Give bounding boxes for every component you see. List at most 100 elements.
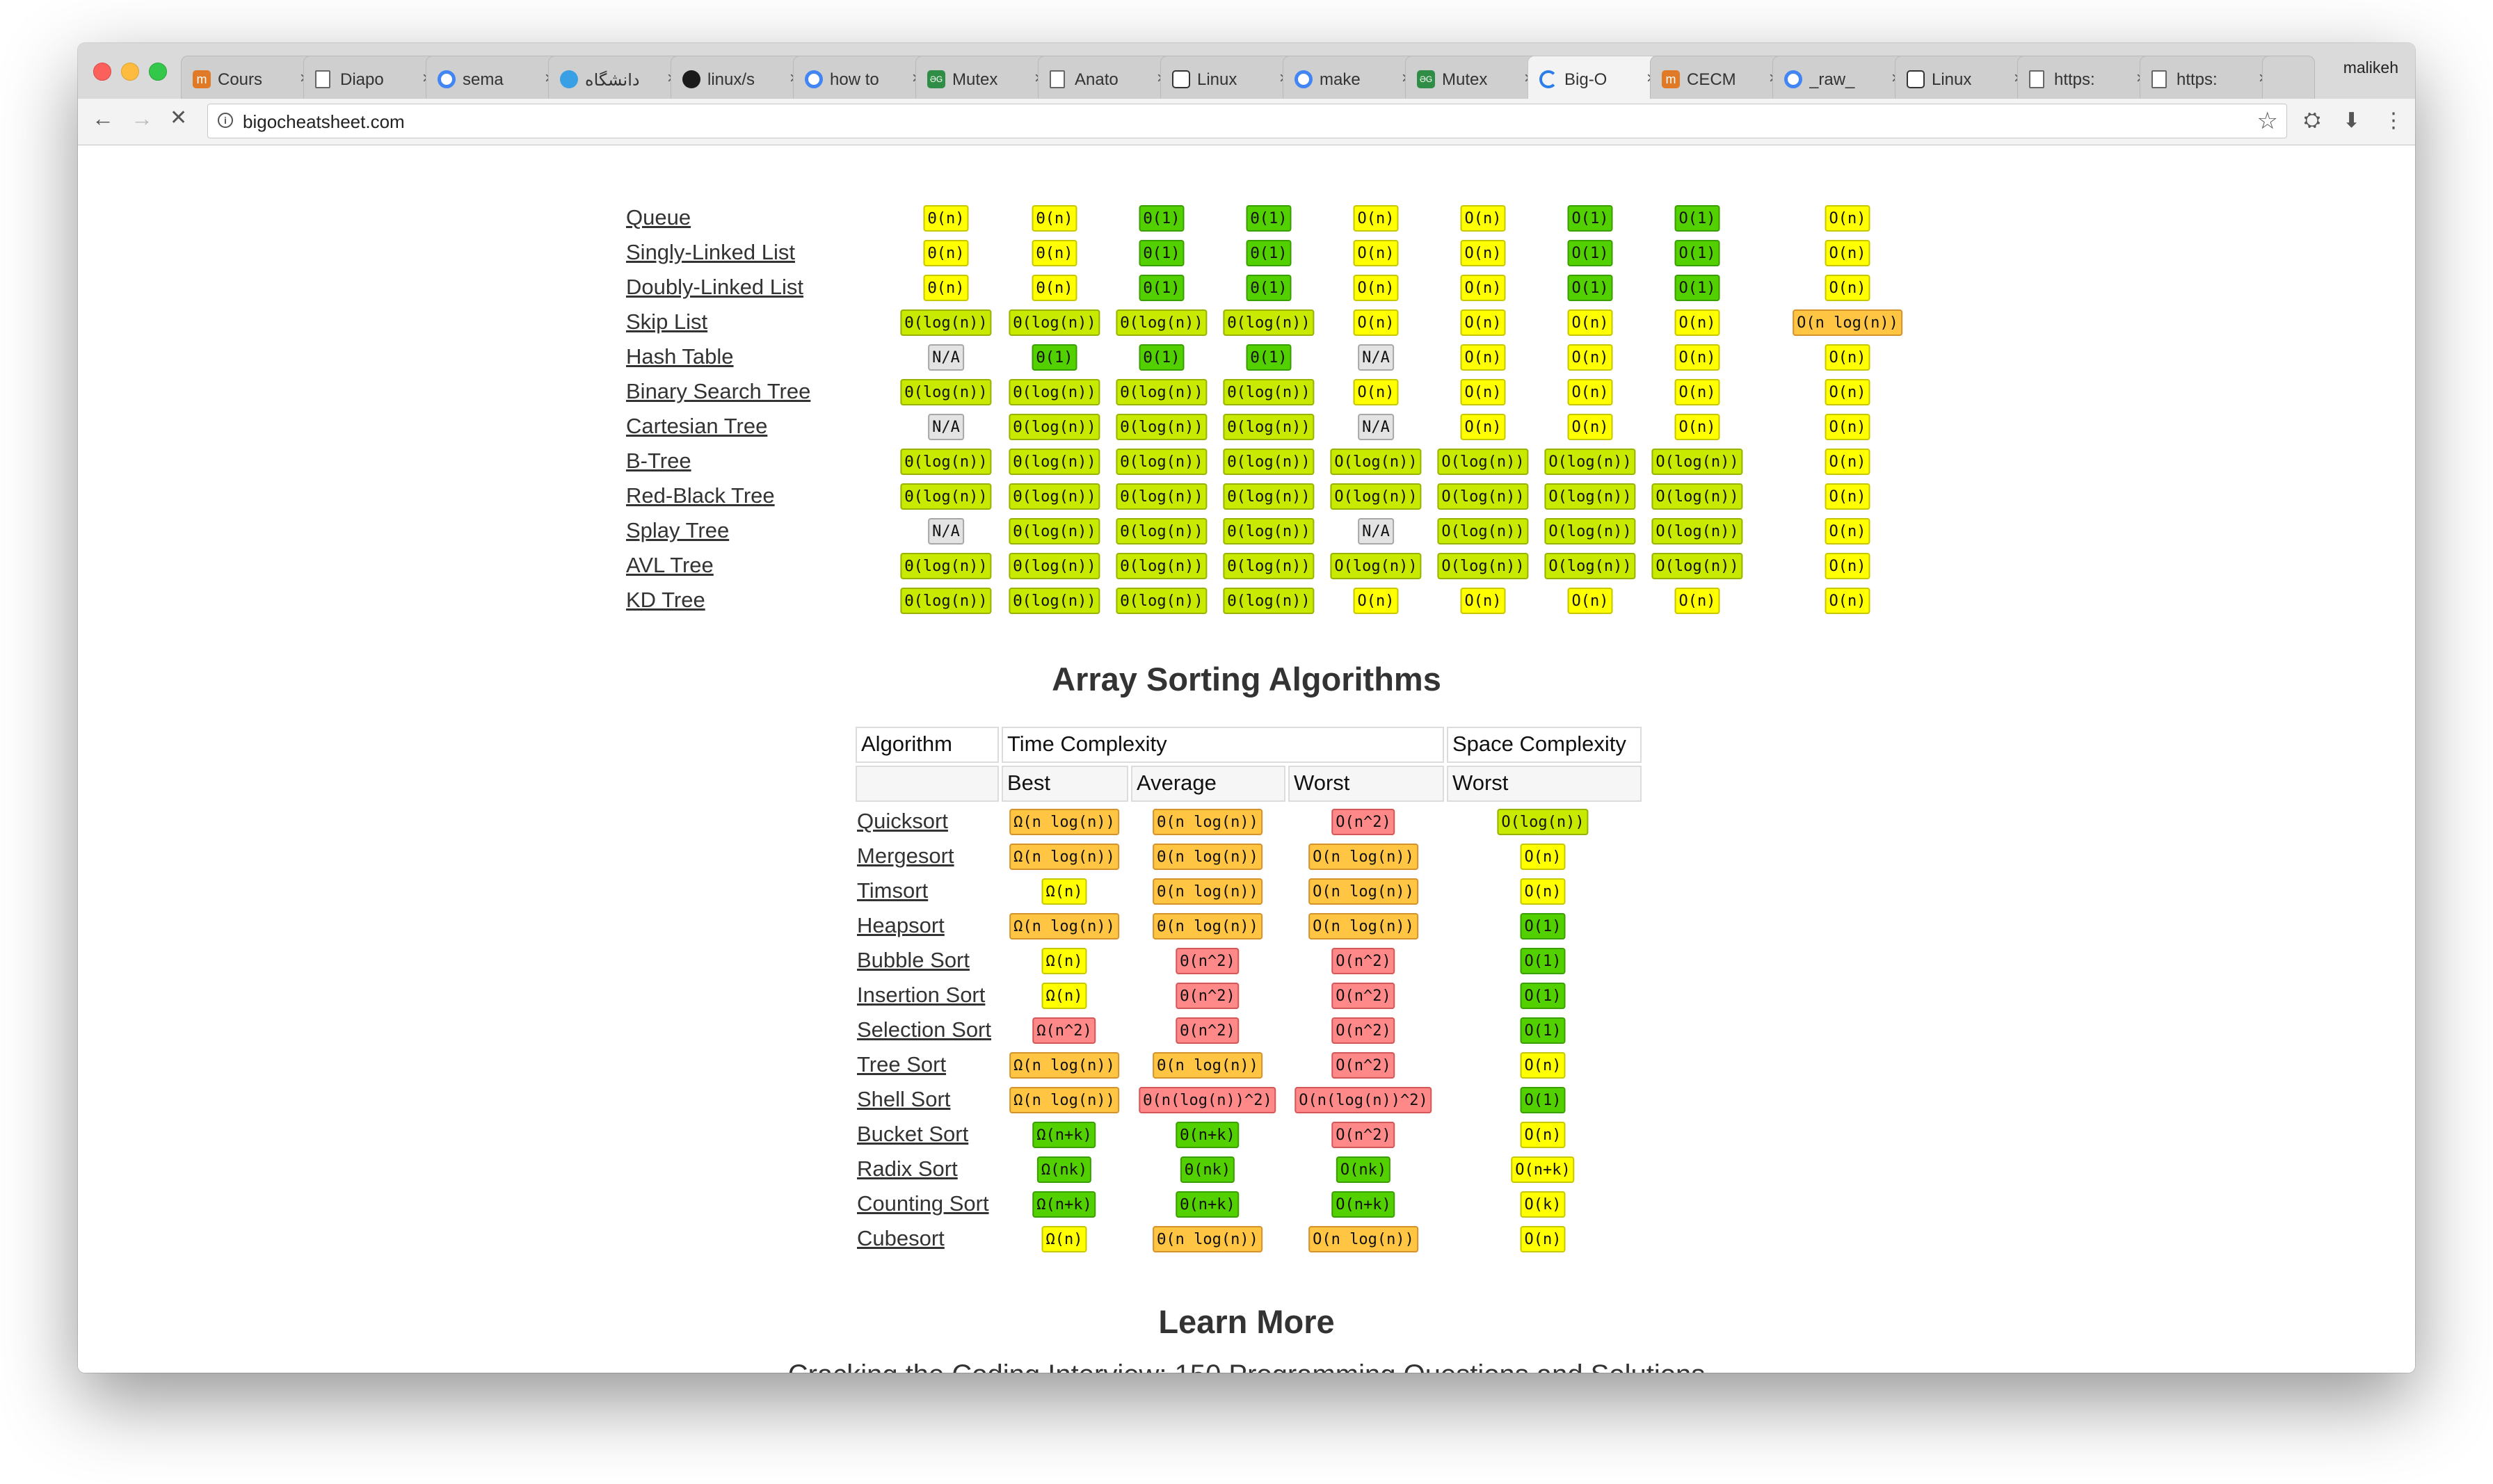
complexity-badge: Θ(n) [1032,275,1077,301]
sort-algorithm-link[interactable]: Selection Sort [857,1017,991,1042]
cracking-coding-interview-link[interactable]: Cracking the Coding Interview: 150 Progr… [78,1360,2415,1373]
tab-label: make [1320,70,1361,89]
stop-loading-button[interactable]: ✕ [170,106,187,130]
complexity-badge: Θ(1) [1139,344,1185,371]
complexity-badge: N/A [928,518,964,545]
extension-icon[interactable]: ⛭ [2304,108,2320,132]
header-space-worst: Worst [1447,766,1642,802]
sort-algorithm-link[interactable]: Shell Sort [857,1087,950,1112]
site-info-icon[interactable]: i [218,113,233,128]
complexity-badge: O(n) [1825,553,1870,579]
complexity-badge: Ω(n) [1041,1226,1087,1252]
tab-15[interactable]: Linux× [1895,56,2034,99]
forward-button[interactable]: → [131,106,153,131]
minimize-window-button[interactable] [121,63,139,81]
maximize-window-button[interactable] [149,63,167,81]
tab-10[interactable]: make× [1283,56,1422,99]
sort-algorithm-link[interactable]: Tree Sort [857,1052,946,1077]
header-time-complexity: Time Complexity [1002,727,1444,763]
new-tab-button[interactable] [2262,56,2315,99]
ds-name-link[interactable]: AVL Tree [626,553,714,578]
app-icon [1050,70,1065,88]
tab-6[interactable]: how to× [793,56,932,99]
ds-name-link[interactable]: Cartesian Tree [626,414,767,439]
tab-label: _raw_ [1809,70,1855,89]
sort-algorithm-link[interactable]: Quicksort [857,809,948,834]
tab-7[interactable]: ƏGMutex× [915,56,1055,99]
ds-row: Binary Search Tree Θ(log(n)) Θ(log(n)) Θ(lo… [78,375,2415,410]
complexity-badge: Θ(nk) [1180,1156,1235,1183]
complexity-badge: Θ(log(n)) [1223,449,1315,475]
complexity-badge: Θ(log(n)) [900,309,992,336]
complexity-badge: Θ(log(n)) [1009,379,1100,405]
tab-3[interactable]: sema× [426,56,565,99]
sort-algorithm-link[interactable]: Heapsort [857,913,945,938]
tab-strip: mCours×Diapo×sema×دانشگاه×linux/s×how to… [78,43,2415,99]
sort-algorithm-link[interactable]: Counting Sort [857,1191,989,1216]
tab-11[interactable]: ƏGMutex× [1405,56,1544,99]
tab-17[interactable]: https:× [2140,56,2279,99]
tab-14[interactable]: _raw_× [1772,56,1911,99]
complexity-badge: O(n) [1460,588,1506,614]
complexity-badge: N/A [928,344,964,371]
complexity-badge: O(n) [1520,844,1566,870]
bookmark-star-icon[interactable]: ☆ [2257,107,2278,135]
sorting-section-title: Array Sorting Algorithms [1052,661,1441,697]
sort-algorithm-link[interactable]: Cubesort [857,1226,945,1251]
menu-icon[interactable]: ⋮ [2383,108,2404,133]
complexity-badge: Θ(1) [1246,240,1292,266]
tab-12[interactable]: Big-O× [1528,56,1667,99]
tab-2[interactable]: Diapo× [303,56,442,99]
complexity-badge: O(n) [1353,588,1399,614]
sort-algorithm-link[interactable]: Radix Sort [857,1156,958,1181]
ds-name-link[interactable]: Doubly-Linked List [626,275,803,300]
tab-9[interactable]: Linux× [1160,56,1299,99]
complexity-badge: O(log(n)) [1651,518,1743,545]
complexity-badge: Ω(n log(n)) [1009,809,1119,835]
close-window-button[interactable] [93,63,111,81]
sort-algorithm-link[interactable]: Insertion Sort [857,983,985,1008]
complexity-badge: Ω(n) [1041,948,1087,974]
complexity-badge: Θ(n) [923,240,969,266]
ds-name-link[interactable]: Red-Black Tree [626,483,775,508]
ds-name-link[interactable]: Queue [626,205,691,230]
tab-label: https: [2054,70,2095,89]
ds-name-link[interactable]: Singly-Linked List [626,240,795,265]
profile-name[interactable]: malikeh [2343,58,2398,77]
tab-4[interactable]: دانشگاه× [548,56,687,99]
tab-8[interactable]: Anato× [1038,56,1177,99]
complexity-badge: Θ(log(n)) [1009,414,1100,440]
complexity-badge: N/A [1358,344,1394,371]
address-bar[interactable]: i bigocheatsheet.com ☆ [207,104,2287,138]
complexity-badge: O(n) [1353,205,1399,232]
header-blank [856,766,999,802]
complexity-badge: O(n) [1567,379,1613,405]
sort-algorithm-link[interactable]: Mergesort [857,844,954,869]
tab-label: CECM [1687,70,1736,89]
complexity-badge: O(n) [1567,414,1613,440]
sort-algorithm-link[interactable]: Bucket Sort [857,1122,968,1147]
complexity-badge: Θ(log(n)) [1223,518,1315,545]
tab-16[interactable]: https:× [2017,56,2156,99]
complexity-badge: Ω(n log(n)) [1009,844,1119,870]
sort-algorithm-link[interactable]: Timsort [857,878,928,903]
ds-name-link[interactable]: KD Tree [626,588,705,613]
sort-algorithm-link[interactable]: Bubble Sort [857,948,970,973]
url-text[interactable]: bigocheatsheet.com [243,111,405,133]
ds-name-link[interactable]: Binary Search Tree [626,379,810,404]
complexity-badge: Θ(1) [1139,275,1185,301]
ds-name-link[interactable]: Hash Table [626,344,734,369]
ds-name-link[interactable]: Skip List [626,309,707,334]
ds-name-link[interactable]: B-Tree [626,449,691,474]
ds-row: KD Tree Θ(log(n)) Θ(log(n)) Θ(log(n)) Θ(log(… [78,583,2415,618]
complexity-badge: O(log(n)) [1437,449,1529,475]
download-icon[interactable]: ⬇ [2343,108,2360,133]
complexity-badge: N/A [1358,414,1394,440]
tab-1[interactable]: mCours× [181,56,320,99]
back-button[interactable]: ← [92,106,114,131]
tab-5[interactable]: linux/s× [671,56,810,99]
complexity-badge: O(1) [1520,913,1566,939]
complexity-badge: O(1) [1520,1087,1566,1113]
tab-13[interactable]: mCECM× [1650,56,1789,99]
ds-name-link[interactable]: Splay Tree [626,518,729,543]
